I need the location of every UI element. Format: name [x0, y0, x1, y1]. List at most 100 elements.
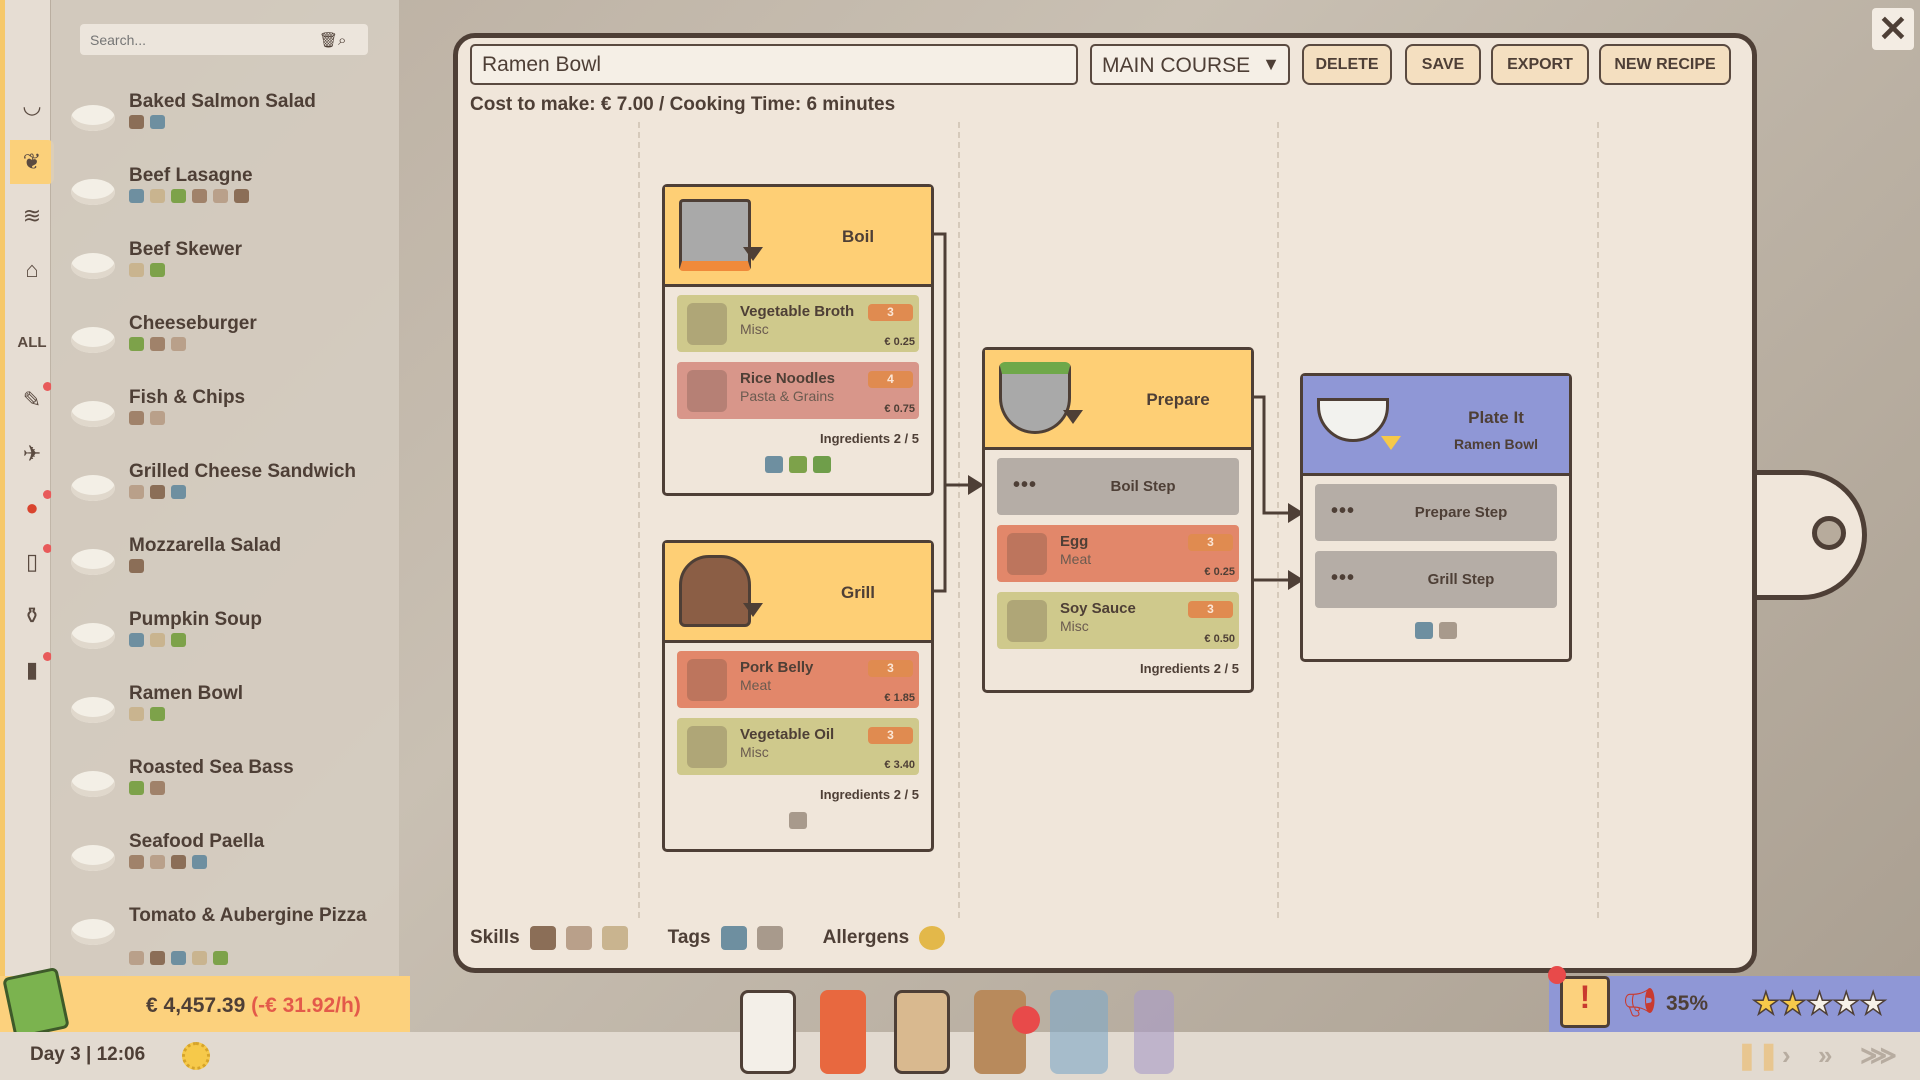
money-rate: (-€ 31.92/h) [251, 994, 361, 1017]
ingredient-row[interactable]: Vegetable Oil Misc 3 € 3.40 [677, 718, 919, 775]
play-button[interactable]: › [1782, 1040, 1791, 1071]
ingredient-row[interactable]: Rice Noodles Pasta & Grains 4 € 0.75 [677, 362, 919, 419]
ingredient-icon [687, 659, 727, 701]
grill-skill-icon [529, 926, 556, 950]
bottom-bar [0, 1032, 1920, 1080]
fast-forward-button[interactable]: » [1818, 1040, 1832, 1071]
step-node-prepare[interactable]: Prepare ••• Boil Step Egg Meat 3 € 0.25 Soy Sau… [982, 347, 1254, 693]
grill-icon [679, 555, 751, 627]
connectors [934, 232, 1304, 593]
cleaning-button[interactable] [1134, 990, 1174, 1074]
ingredient-price: € 0.50 [1204, 633, 1235, 645]
node-title: Boil [841, 227, 875, 246]
ingredient-price: € 0.25 [1204, 566, 1235, 578]
fastest-button[interactable]: ⋙ [1860, 1040, 1897, 1071]
ingredient-name: Vegetable Broth [740, 303, 855, 320]
connector-prepare [1253, 395, 1290, 515]
quantity-badge[interactable]: 3 [1188, 534, 1233, 551]
menu-button[interactable] [820, 990, 866, 1074]
star-icon: ★ [1751, 985, 1780, 1022]
chef-button[interactable] [740, 990, 796, 1074]
step-name: Grill Step [1427, 571, 1495, 588]
connector-grill [934, 485, 947, 593]
ingredient-price: € 0.25 [884, 336, 915, 348]
quantity-badge[interactable]: 3 [868, 660, 913, 677]
star-icon: ★ [1858, 985, 1887, 1022]
ingredient-row[interactable]: Egg Meat 3 € 0.25 [997, 525, 1239, 582]
soup-tag-icon [720, 926, 747, 950]
quantity-badge[interactable]: 3 [868, 304, 913, 321]
notification-dot [1548, 966, 1566, 984]
more-icon: ••• [1331, 567, 1356, 589]
ingredient-name: Rice Noodles [740, 370, 836, 387]
step-row[interactable]: ••• Boil Step [997, 458, 1239, 515]
alert-button[interactable]: ! [1560, 976, 1610, 1028]
quantity-badge[interactable]: 3 [868, 727, 913, 744]
pot-icon [679, 199, 751, 271]
step-node-grill[interactable]: Grill Pork Belly Meat 3 € 1.85 Vegetable Oil M… [662, 540, 934, 852]
ingredient-row[interactable]: Soy Sauce Misc 3 € 0.50 [997, 592, 1239, 649]
more-icon: ••• [1013, 474, 1038, 496]
grid-tag-icon [1439, 622, 1457, 639]
ingredient-icon [1007, 533, 1047, 575]
ingredient-name: Soy Sauce [1060, 600, 1136, 617]
node-title: Prepare [1146, 390, 1210, 409]
dropdown-arrow-icon[interactable] [1063, 410, 1083, 424]
ingredients-count: Ingredients 2 / 5 [820, 787, 919, 802]
leaf-tag-icon [813, 456, 831, 473]
allergens-label: Allergens [822, 927, 910, 948]
more-icon: ••• [1331, 500, 1356, 522]
dropdown-arrow-icon[interactable] [743, 603, 763, 617]
soup-tag-icon [765, 456, 783, 473]
dropdown-arrow-icon[interactable] [743, 247, 763, 261]
popularity-percent: 35% [1666, 992, 1709, 1015]
quantity-badge[interactable]: 4 [868, 371, 913, 388]
star-icon: ★ [1778, 985, 1807, 1022]
ingredient-icon [687, 303, 727, 345]
star-icon: ★ [1805, 985, 1834, 1022]
node-header: Grill [665, 543, 931, 643]
layout-button[interactable] [1050, 990, 1108, 1074]
ingredient-category: Meat [1060, 551, 1092, 567]
notification-dot [1012, 1006, 1040, 1034]
board-skill-icon [601, 926, 628, 950]
step-name: Prepare Step [1414, 504, 1508, 521]
step-node-plate[interactable]: Plate It Ramen Bowl ••• Prepare Step ••• G… [1300, 373, 1572, 662]
ingredient-name: Pork Belly [740, 659, 814, 676]
money-value: € 4,457.39 [146, 994, 246, 1017]
dropdown-arrow-icon[interactable] [1381, 436, 1401, 450]
ingredient-name: Egg [1060, 533, 1089, 550]
connector-boil [934, 232, 970, 487]
step-node-boil[interactable]: Boil Vegetable Broth Misc 3 € 0.25 Rice Noodl… [662, 184, 934, 496]
ingredient-name: Vegetable Oil [740, 726, 835, 743]
tags-label: Tags [667, 927, 711, 948]
step-row[interactable]: ••• Prepare Step [1315, 484, 1557, 541]
ingredient-icon [687, 370, 727, 412]
money-display: € 4,457.39 (-€ 31.92/h) [146, 994, 361, 1018]
node-header: Plate It Ramen Bowl [1303, 376, 1569, 476]
bowl-icon [1317, 398, 1389, 442]
ingredient-category: Misc [740, 321, 769, 337]
ingredient-price: € 0.75 [884, 403, 915, 415]
node-subtitle: Ramen Bowl [1453, 436, 1538, 452]
wheat-allergen-icon [919, 926, 946, 950]
day-time: Day 3 | 12:06 [30, 1044, 146, 1065]
pause-button[interactable]: ❚❚ [1736, 1040, 1780, 1071]
grid-tag-icon [789, 812, 807, 829]
recipes-button[interactable] [894, 990, 950, 1074]
star-icon: ★ [1832, 985, 1861, 1022]
ingredients-count: Ingredients 2 / 5 [1140, 661, 1239, 676]
step-row[interactable]: ••• Grill Step [1315, 551, 1557, 608]
quantity-badge[interactable]: 3 [1188, 601, 1233, 618]
salad-bowl-icon [999, 362, 1071, 434]
ingredient-icon [1007, 600, 1047, 642]
sun-icon [182, 1042, 210, 1070]
ingredient-category: Misc [1060, 618, 1089, 634]
ingredient-price: € 1.85 [884, 692, 915, 704]
node-title: Plate It [1468, 408, 1524, 427]
ingredient-row[interactable]: Vegetable Broth Misc 3 € 0.25 [677, 295, 919, 352]
step-name: Boil Step [1110, 478, 1176, 495]
node-title: Grill [840, 583, 875, 602]
ingredient-row[interactable]: Pork Belly Meat 3 € 1.85 [677, 651, 919, 708]
grid-tag-icon [756, 926, 783, 950]
